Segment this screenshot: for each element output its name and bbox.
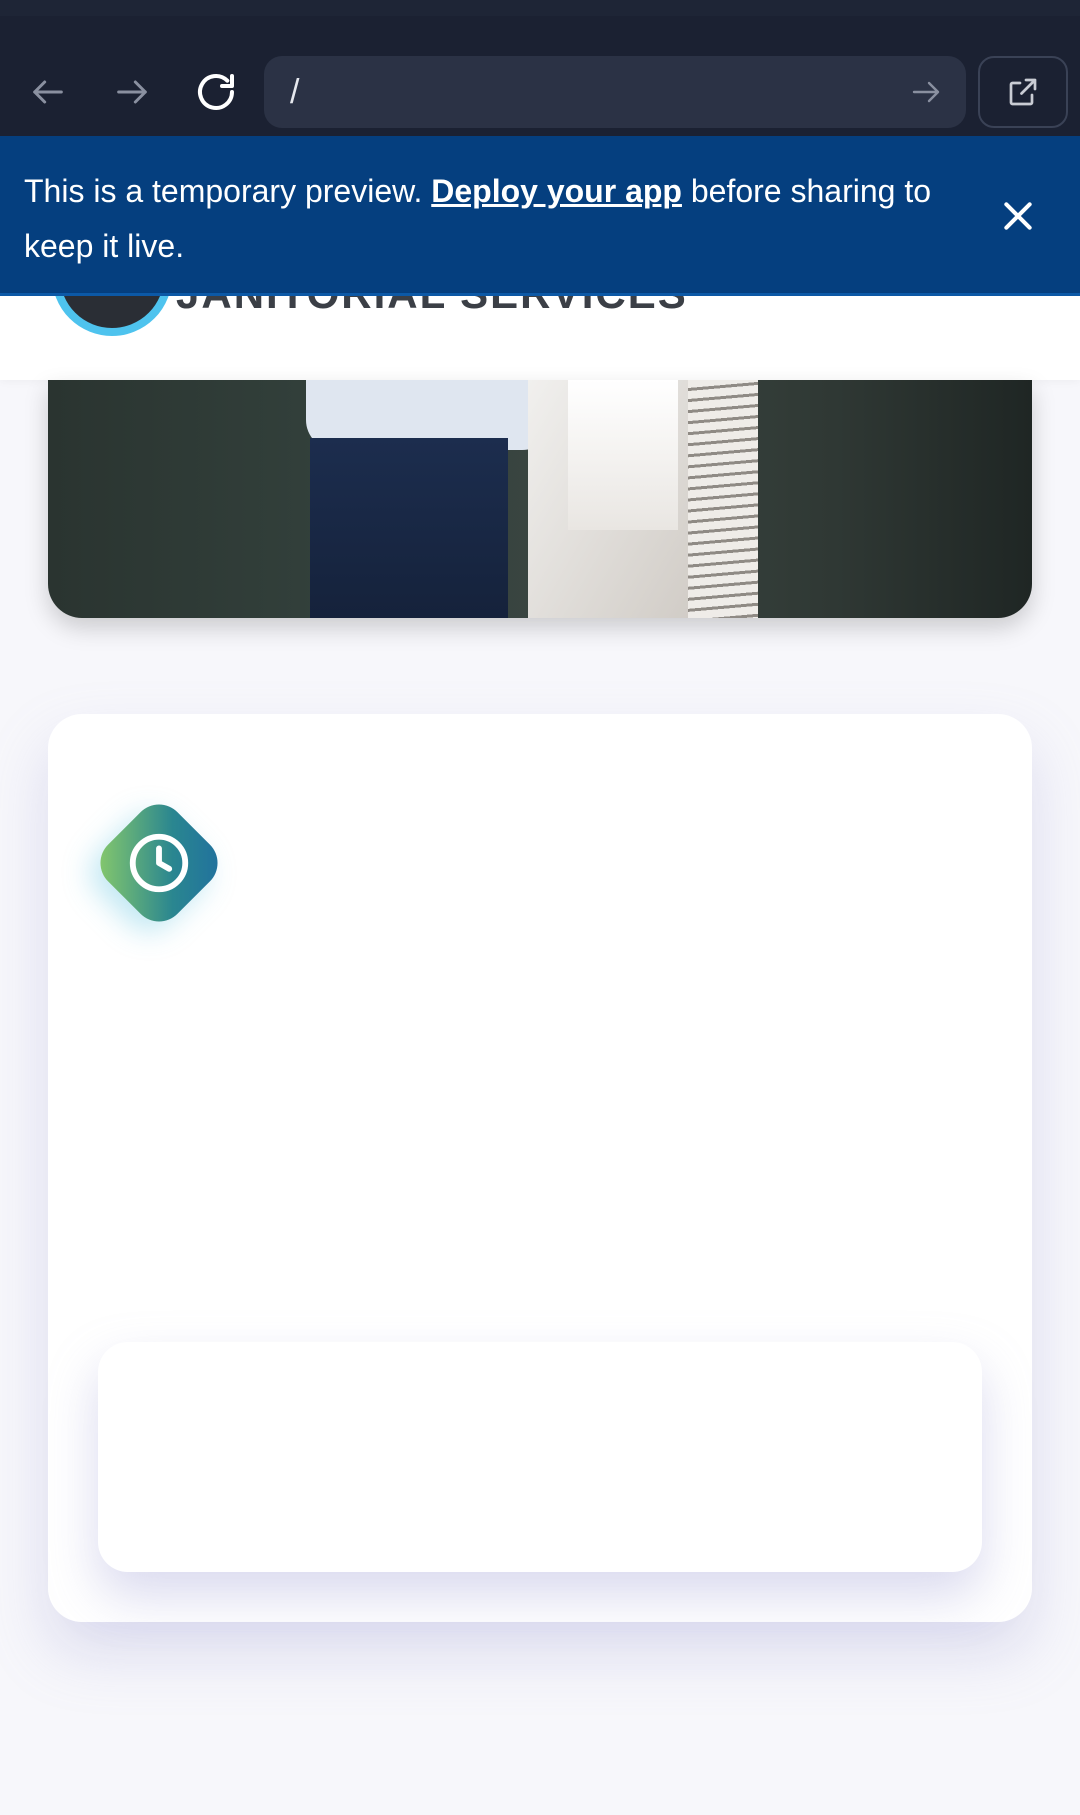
open-external-icon bbox=[1009, 78, 1037, 106]
banner-text-before: This is a temporary preview. bbox=[24, 173, 432, 209]
browser-toolbar: / bbox=[0, 0, 1080, 136]
clock-icon bbox=[129, 833, 189, 893]
feature-icon-badge bbox=[88, 792, 230, 934]
forward-arrow-icon bbox=[117, 80, 147, 104]
hero-window-glass bbox=[568, 380, 678, 530]
back-arrow-icon bbox=[33, 80, 63, 104]
feature-inner-card bbox=[98, 1342, 982, 1572]
hero-shutter bbox=[688, 380, 758, 618]
preview-banner: This is a temporary preview. Deploy your… bbox=[0, 136, 1080, 296]
url-field[interactable]: / bbox=[264, 56, 966, 128]
forward-button[interactable] bbox=[102, 56, 162, 128]
url-text: / bbox=[290, 72, 300, 111]
logo-text[interactable]: JANITORIAL SERVICES bbox=[176, 296, 688, 318]
banner-close-button[interactable] bbox=[986, 184, 1050, 248]
reload-icon bbox=[198, 73, 234, 110]
site-header: JANITORIAL SERVICES bbox=[0, 296, 1080, 380]
reload-button[interactable] bbox=[186, 56, 246, 128]
open-in-new-tab-button[interactable] bbox=[978, 56, 1068, 128]
close-icon bbox=[1004, 202, 1032, 230]
hero-person-legs bbox=[310, 438, 508, 618]
hero-image bbox=[48, 380, 1032, 618]
logo-icon[interactable] bbox=[52, 296, 172, 336]
go-arrow-icon[interactable] bbox=[908, 74, 944, 110]
back-button[interactable] bbox=[18, 56, 78, 128]
deploy-link[interactable]: Deploy your app bbox=[431, 173, 682, 209]
